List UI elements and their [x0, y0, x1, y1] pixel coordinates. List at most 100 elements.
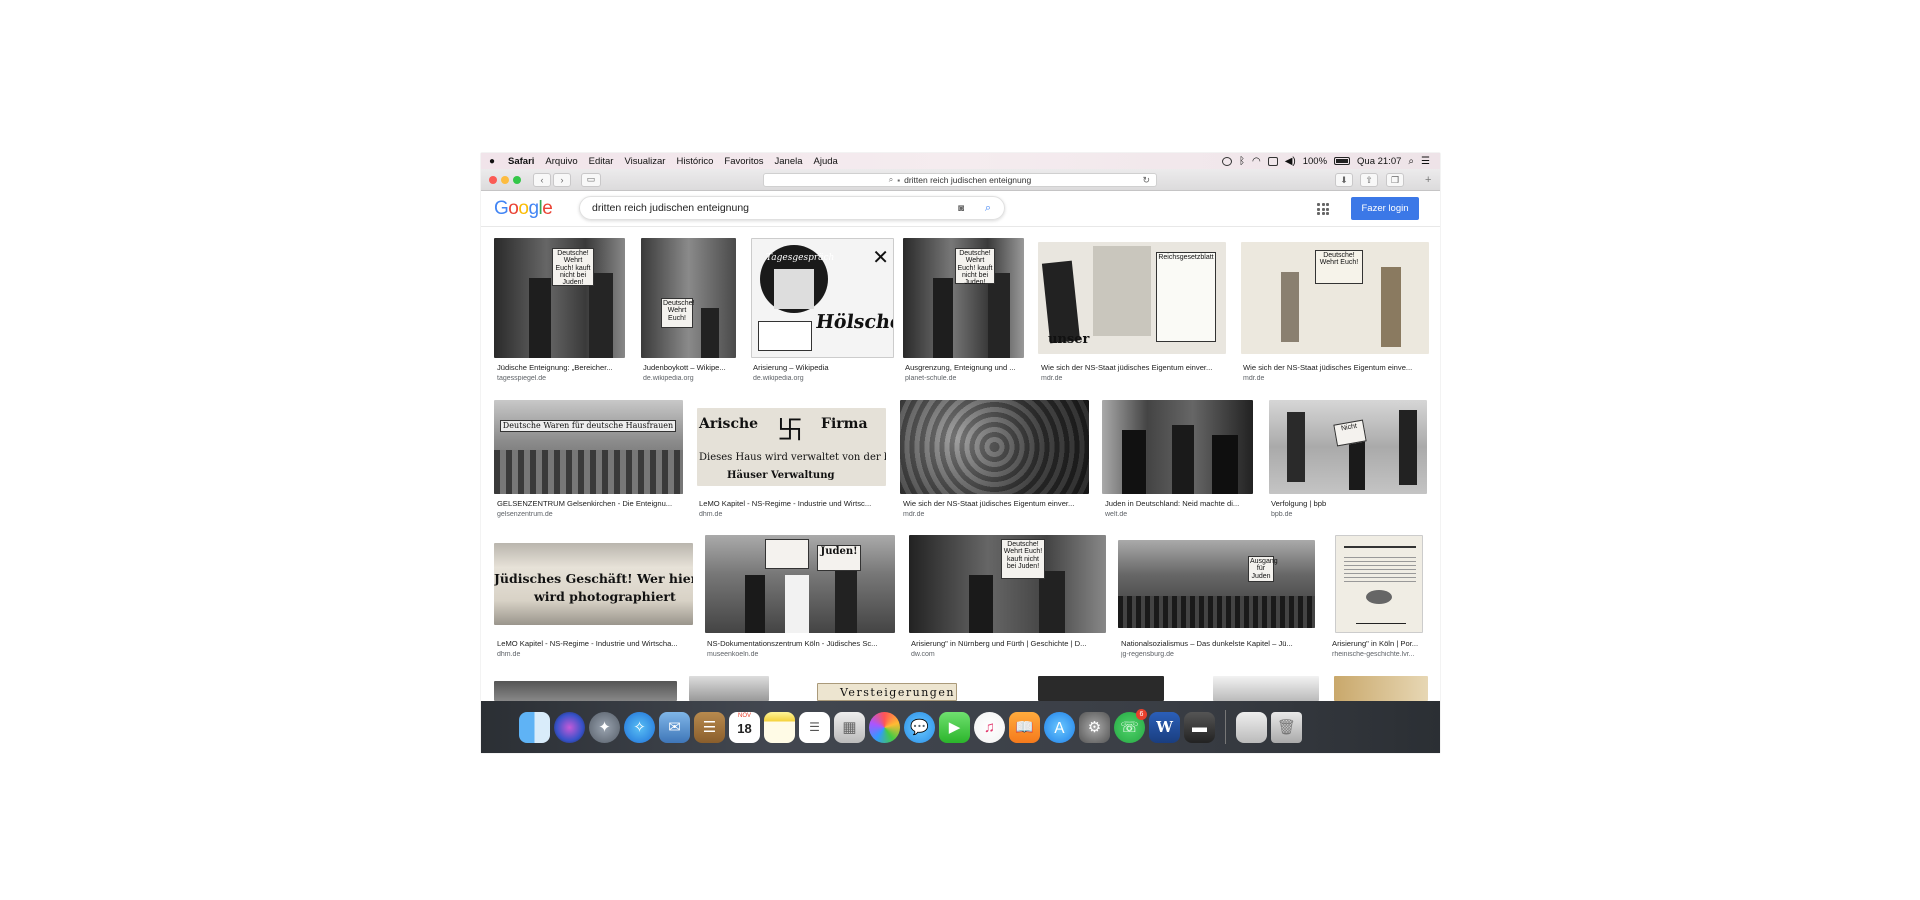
- result-domain: bpb.de: [1271, 511, 1293, 518]
- bluetooth-icon[interactable]: ᛒ: [1239, 156, 1245, 167]
- result-title[interactable]: Arisierung – Wikipedia: [753, 363, 893, 372]
- notification-center-icon[interactable]: ☰: [1421, 156, 1430, 167]
- volume-icon[interactable]: ◀): [1285, 156, 1296, 167]
- result-image-8[interactable]: Arische 卐 Firma Dieses Haus wird verwalt…: [697, 408, 886, 486]
- airplay-icon[interactable]: [1267, 156, 1278, 166]
- result-image-18[interactable]: [689, 676, 769, 701]
- system-preferences-icon[interactable]: ⚙: [1079, 711, 1110, 743]
- result-image-2[interactable]: Deutsche! Wehrt Euch!: [641, 238, 736, 358]
- facetime-icon[interactable]: ▶: [939, 711, 970, 743]
- result-domain: dhm.de: [497, 651, 521, 658]
- app-store-icon[interactable]: Ａ: [1044, 711, 1075, 743]
- google-logo[interactable]: Google: [494, 198, 553, 220]
- result-image-13[interactable]: Juden!: [705, 535, 895, 633]
- calendar-icon[interactable]: NOV 18: [729, 711, 760, 743]
- safari-icon[interactable]: ✧: [624, 711, 655, 743]
- apps-grid-icon[interactable]: [1317, 203, 1329, 215]
- result-image-10[interactable]: [1102, 400, 1253, 494]
- result-image-20[interactable]: [1038, 676, 1164, 701]
- result-image-16[interactable]: [1335, 535, 1423, 633]
- finder-icon[interactable]: [519, 711, 550, 743]
- result-title[interactable]: Ausgrenzung, Enteignung und ...: [905, 363, 1025, 372]
- result-image-22[interactable]: [1334, 676, 1428, 701]
- result-image-7[interactable]: Deutsche Waren für deutsche Hausfrauen: [494, 400, 683, 494]
- result-title[interactable]: NS-Dokumentationszentrum Köln - Jüdische…: [707, 639, 895, 648]
- result-title[interactable]: GELSENZENTRUM Gelsenkirchen - Die Enteig…: [497, 499, 683, 508]
- dock-divider: [1225, 710, 1226, 744]
- login-button[interactable]: Fazer login: [1351, 197, 1419, 220]
- reload-icon[interactable]: ↻: [1142, 175, 1150, 186]
- result-title[interactable]: Verfolgung | bpb: [1271, 499, 1427, 508]
- result-image-11[interactable]: Nicht: [1269, 400, 1427, 494]
- preview-icon[interactable]: ▦: [834, 711, 865, 743]
- messages-icon[interactable]: 💬: [904, 711, 935, 743]
- result-image-17[interactable]: [494, 681, 677, 701]
- wifi-icon[interactable]: ◠: [1252, 156, 1261, 167]
- result-title[interactable]: Wie sich der NS-Staat jüdisches Eigentum…: [1041, 363, 1227, 372]
- minimize-window-button[interactable]: [501, 175, 509, 184]
- zoom-window-button[interactable]: [513, 175, 521, 184]
- back-button[interactable]: ‹: [533, 172, 551, 187]
- whatsapp-icon[interactable]: ☏ 6: [1114, 708, 1147, 743]
- books-icon[interactable]: 📖: [1009, 711, 1040, 743]
- result-image-15[interactable]: Ausgang für Juden: [1118, 540, 1315, 628]
- result-title[interactable]: Jüdische Enteignung: „Bereicher...: [497, 363, 625, 372]
- photos-icon[interactable]: [869, 711, 900, 743]
- menu-editar[interactable]: Editar: [584, 156, 620, 167]
- reminders-icon[interactable]: ☰: [799, 711, 830, 743]
- google-logo-letter: o: [518, 198, 529, 219]
- result-image-14[interactable]: Deutsche! Wehrt Euch! kauft nicht bei Ju…: [909, 535, 1106, 633]
- result-title[interactable]: Judenboykott – Wikipe...: [643, 363, 738, 372]
- new-tab-button[interactable]: +: [1425, 174, 1431, 186]
- result-image-1[interactable]: Deutsche! Wehrt Euch! kauft nicht bei Ju…: [494, 238, 625, 358]
- menu-ajuda[interactable]: Ajuda: [809, 156, 844, 167]
- downloads-stack-icon[interactable]: [1236, 711, 1267, 743]
- result-image-4[interactable]: Deutsche! Wehrt Euch! kauft nicht bei Ju…: [903, 238, 1024, 358]
- menu-arquivo[interactable]: Arquivo: [540, 156, 583, 167]
- printer-icon[interactable]: ▬: [1184, 711, 1215, 743]
- address-bar[interactable]: ⌕ ▪ dritten reich judischen enteignung ↻: [763, 173, 1157, 187]
- apple-menu-icon[interactable]: ●: [481, 156, 503, 167]
- result-title[interactable]: Juden in Deutschland: Neid machte di...: [1105, 499, 1253, 508]
- result-image-3[interactable]: Tagesgespräch ✕ Hölscher: [751, 238, 894, 358]
- search-input[interactable]: dritten reich judischen enteignung ◙ ⌕: [579, 196, 1005, 220]
- result-image-9[interactable]: [900, 400, 1089, 494]
- menu-historico[interactable]: Histórico: [671, 156, 719, 167]
- tabs-overview-button[interactable]: ❐: [1386, 173, 1404, 187]
- share-button[interactable]: ⇧: [1360, 173, 1378, 187]
- forward-button[interactable]: ›: [553, 172, 571, 187]
- music-icon[interactable]: ♫: [974, 711, 1005, 743]
- search-icon[interactable]: ⌕: [985, 202, 991, 215]
- result-image-19[interactable]: Versteigerungen: [817, 683, 957, 701]
- word-icon[interactable]: W: [1149, 711, 1180, 743]
- battery-icon[interactable]: [1334, 157, 1351, 165]
- launchpad-icon[interactable]: ✦: [589, 711, 620, 743]
- mail-icon[interactable]: ✉: [659, 711, 690, 743]
- close-window-button[interactable]: [489, 175, 497, 184]
- notes-icon[interactable]: [764, 711, 795, 743]
- result-image-21[interactable]: [1213, 676, 1319, 701]
- sidebar-toggle-button[interactable]: ▭: [581, 172, 601, 187]
- trash-icon[interactable]: 🗑: [1271, 711, 1302, 743]
- menu-clock[interactable]: Qua 21:07: [1357, 156, 1401, 167]
- menu-app-safari[interactable]: Safari: [503, 156, 540, 167]
- result-title[interactable]: LeMO Kapitel - NS-Regime - Industrie und…: [497, 639, 693, 648]
- result-image-5[interactable]: unser Reichsgesetzblatt: [1038, 242, 1226, 354]
- result-title[interactable]: Wie sich der NS-Staat jüdisches Eigentum…: [1243, 363, 1429, 372]
- result-title[interactable]: LeMO Kapitel - NS-Regime - Industrie und…: [699, 499, 887, 508]
- spotlight-icon[interactable]: ⌕: [1408, 156, 1414, 167]
- result-title[interactable]: Arisierung" in Nürnberg und Fürth | Gesc…: [911, 639, 1106, 648]
- downloads-button[interactable]: ⬇: [1335, 173, 1353, 187]
- result-image-6[interactable]: Deutsche! Wehrt Euch!: [1241, 242, 1429, 354]
- camera-icon[interactable]: ◙: [958, 203, 964, 214]
- menu-visualizar[interactable]: Visualizar: [619, 156, 671, 167]
- menu-favoritos[interactable]: Favoritos: [719, 156, 769, 167]
- siri-icon[interactable]: [554, 711, 585, 743]
- result-title[interactable]: Nationalsozialismus – Das dunkelste Kapi…: [1121, 639, 1315, 648]
- result-title[interactable]: Wie sich der NS-Staat jüdisches Eigentum…: [903, 499, 1089, 508]
- contacts-icon[interactable]: ☰: [694, 711, 725, 743]
- result-image-12[interactable]: Jüdisches Geschäft! Wer hier kauft wird …: [494, 543, 693, 625]
- result-title[interactable]: Arisierung" in Köln | Por...: [1332, 639, 1426, 648]
- accessibility-icon[interactable]: [1221, 156, 1232, 166]
- menu-janela[interactable]: Janela: [770, 156, 809, 167]
